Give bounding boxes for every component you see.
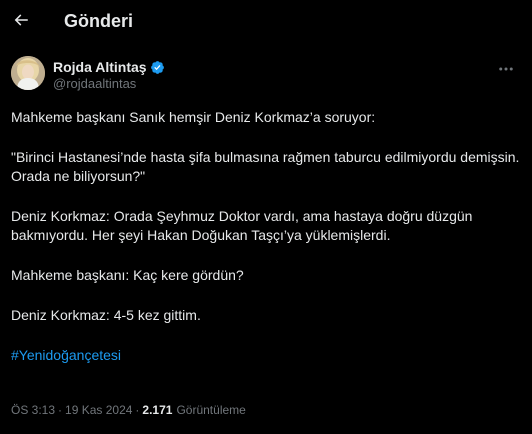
tweet-time[interactable]: ÖS 3:13 [11, 402, 55, 418]
author-display-name[interactable]: Rojda Altintaş [53, 59, 165, 75]
page-title: Gönderi [64, 11, 134, 31]
back-button[interactable] [6, 5, 36, 35]
tweet-detail-page: Gönderi Rojda Altintaş @rojdaaltintas Ma… [0, 0, 532, 434]
views-label: Görüntüleme [176, 403, 246, 417]
arrow-left-icon [14, 14, 28, 26]
verified-badge-icon[interactable] [150, 60, 165, 75]
author-name-block: Rojda Altintaş @rojdaaltintas [53, 59, 165, 92]
meta-separator: · [135, 403, 140, 417]
tweet-paragraph: Deniz Korkmaz: Orada Şeyhmuz Doktor vard… [11, 208, 477, 243]
tweet-meta: ÖS 3:13 · 19 Kas 2024 · 2.171 Görüntülem… [11, 402, 246, 418]
tweet-date[interactable]: 19 Kas 2024 [65, 402, 132, 418]
tweet-paragraph: Mahkeme başkanı: Kaç kere gördün? [11, 267, 244, 283]
avatar-image [11, 56, 45, 90]
more-options-button[interactable] [494, 60, 518, 78]
header-bar: Gönderi [0, 0, 532, 42]
hashtag-link[interactable]: #Yenidoğançetesi [11, 347, 121, 363]
author-handle[interactable]: @rojdaaltintas [53, 76, 165, 92]
tweet-paragraph: "Birinci Hastanesi’nde hasta şifa bulmas… [11, 149, 524, 184]
tweet-paragraph: Deniz Korkmaz: 4-5 kez gittim. [11, 307, 201, 323]
hashtag-paragraph: #Yenidoğançetesi [11, 346, 522, 365]
avatar[interactable] [11, 56, 45, 90]
meta-separator: · [58, 403, 63, 417]
more-horizontal-icon [499, 67, 513, 71]
tweet-paragraph: Mahkeme başkanı Sanık hemşir Deniz Korkm… [11, 109, 376, 125]
views-count: 2.171 [142, 403, 173, 417]
author-row: Rojda Altintaş @rojdaaltintas [11, 56, 522, 96]
tweet-text: Mahkeme başkanı Sanık hemşir Deniz Korkm… [11, 108, 522, 365]
author-name-text: Rojda Altintaş [53, 59, 147, 75]
